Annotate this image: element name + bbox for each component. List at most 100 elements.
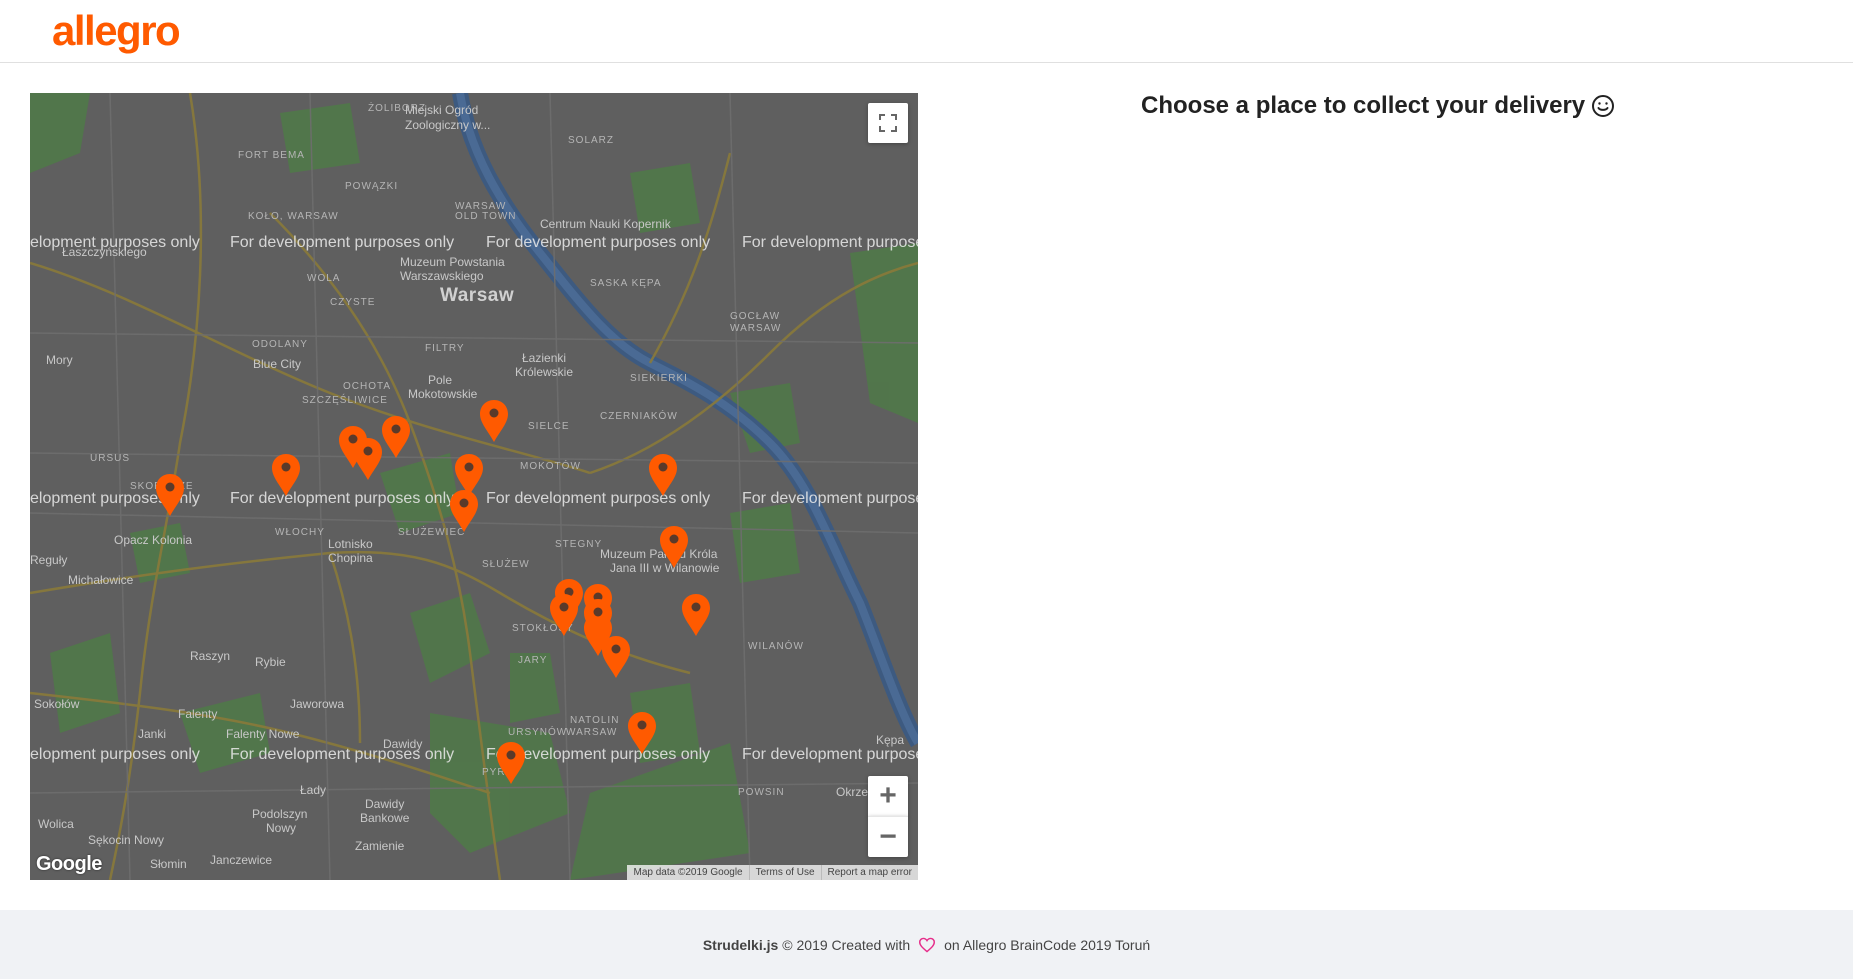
location-pin[interactable] — [495, 741, 527, 785]
place-label: Wolica — [38, 817, 74, 831]
footer-suffix: on Allegro BrainCode 2019 Toruń — [944, 936, 1151, 953]
place-label: WARSAW — [566, 727, 618, 738]
pin-icon — [584, 599, 612, 641]
place-label: Królewskie — [515, 365, 574, 379]
pin-icon — [497, 742, 525, 784]
place-label: Chopina — [328, 551, 373, 565]
location-pin[interactable] — [626, 711, 658, 755]
place-label: Falenty Nowe — [226, 727, 300, 741]
place-label: Centrum Nauki Kopernik — [540, 217, 671, 231]
map[interactable]: ŻOLIBORZ Miejski Ogród Zoologiczny w... … — [30, 93, 918, 880]
place-label: GOCŁAW — [730, 311, 781, 322]
watermark: For development purposes — [742, 746, 918, 763]
fullscreen-button[interactable] — [868, 103, 908, 143]
place-label: Blue City — [253, 357, 302, 371]
location-pin[interactable] — [680, 593, 712, 637]
watermark: For development purposes only — [486, 234, 711, 251]
place-label: CZYSTE — [330, 297, 376, 308]
place-label: ODOLANY — [252, 339, 308, 350]
report-error-link[interactable]: Report a map error — [820, 865, 918, 880]
place-label: Bankowe — [360, 811, 410, 825]
place-label: SOLARZ — [568, 135, 615, 146]
watermark: elopment purposes only — [30, 746, 200, 763]
place-label: KOŁO, WARSAW — [248, 211, 339, 222]
place-label: FILTRY — [425, 343, 465, 354]
map-attribution: Map data ©2019 Google Terms of Use Repor… — [627, 865, 918, 880]
page-title: Choose a place to collect your delivery — [1141, 92, 1615, 120]
terms-link[interactable]: Terms of Use — [748, 865, 821, 880]
location-pin[interactable] — [582, 598, 614, 642]
place-label: Pole — [428, 373, 453, 387]
place-label: Zoologiczny w... — [405, 118, 491, 132]
place-label: Miejski Ogród — [405, 103, 479, 117]
place-label: Jaworowa — [290, 697, 345, 711]
fullscreen-icon — [879, 114, 897, 132]
place-label: Michałowice — [68, 573, 134, 587]
place-label: Dawidy — [365, 797, 405, 811]
place-label: Mokotowskie — [408, 387, 478, 401]
place-label: NATOLIN — [570, 715, 620, 726]
pin-icon — [480, 400, 508, 442]
place-label: MOKOTÓW — [520, 461, 581, 472]
place-label: POWĄZKI — [345, 181, 399, 192]
location-pin[interactable] — [658, 525, 690, 569]
place-label: URSYNÓW — [508, 727, 568, 738]
place-label: Podolszyn — [252, 807, 308, 821]
place-label: Lotnisko — [328, 537, 373, 551]
watermark: For development purposes only — [230, 746, 455, 763]
pin-icon — [649, 454, 677, 496]
plus-icon: + — [879, 779, 897, 812]
place-label: SIEKIERKI — [630, 373, 688, 384]
location-pin[interactable] — [548, 593, 580, 637]
place-label: POWSIN — [738, 787, 785, 798]
location-pin[interactable] — [380, 415, 412, 459]
pin-icon — [450, 490, 478, 532]
google-logo[interactable]: Google — [36, 853, 102, 876]
heart-icon — [919, 937, 936, 953]
place-label: Rybie — [255, 655, 286, 669]
map-data-text: Map data ©2019 Google — [633, 867, 743, 878]
pin-icon — [550, 594, 578, 636]
place-label: Mory — [46, 353, 73, 367]
zoom-out-button[interactable]: − — [868, 816, 908, 857]
pin-icon — [156, 474, 184, 516]
watermark: For development purposes only — [230, 490, 455, 507]
minus-icon: − — [879, 820, 897, 853]
place-label: FORT BEMA — [238, 150, 305, 161]
place-label: WARSAW — [730, 323, 782, 334]
place-label: SŁUŻEW — [482, 559, 530, 570]
place-label: Opacz Kolonia — [114, 533, 193, 547]
allegro-logo[interactable]: allegro — [52, 6, 181, 56]
page-title-text: Choose a place to collect your delivery — [1141, 92, 1586, 119]
footer-brand: Strudelki.js — [702, 936, 779, 953]
place-label: OCHOTA — [343, 381, 392, 392]
place-label: CZERNIAKÓW — [600, 411, 678, 422]
pin-icon — [660, 526, 688, 568]
place-label: WOLA — [307, 273, 341, 284]
pin-icon — [682, 594, 710, 636]
place-label: WŁOCHY — [275, 527, 325, 538]
place-label: Łady — [300, 783, 327, 797]
zoom-in-button[interactable]: + — [868, 776, 908, 816]
location-pin[interactable] — [478, 399, 510, 443]
place-label: WILANÓW — [748, 641, 804, 652]
place-label: SZCZĘŚLIWICE — [302, 395, 388, 406]
location-pin[interactable] — [647, 453, 679, 497]
place-label: OLD TOWN — [455, 211, 517, 222]
place-label: Sękocin Nowy — [88, 833, 165, 847]
place-label: Zamienie — [355, 839, 405, 853]
location-pin[interactable] — [448, 489, 480, 533]
pin-icon — [382, 416, 410, 458]
place-label: Łazienki — [522, 351, 567, 365]
footer-copyright: © 2019 Created with — [782, 936, 911, 953]
watermark: elopment purposes only — [30, 234, 200, 251]
place-label: JARY — [518, 655, 548, 666]
place-label: SASKA KĘPA — [590, 278, 662, 289]
place-label: Muzeum Powstania — [400, 255, 505, 269]
place-label: SIELCE — [528, 421, 570, 432]
place-label: Warszawskiego — [400, 269, 484, 283]
location-pin[interactable] — [154, 473, 186, 517]
footer: Strudelki.js © 2019 Created with on Alle… — [0, 910, 1853, 979]
location-pin[interactable] — [270, 453, 302, 497]
pin-icon — [272, 454, 300, 496]
